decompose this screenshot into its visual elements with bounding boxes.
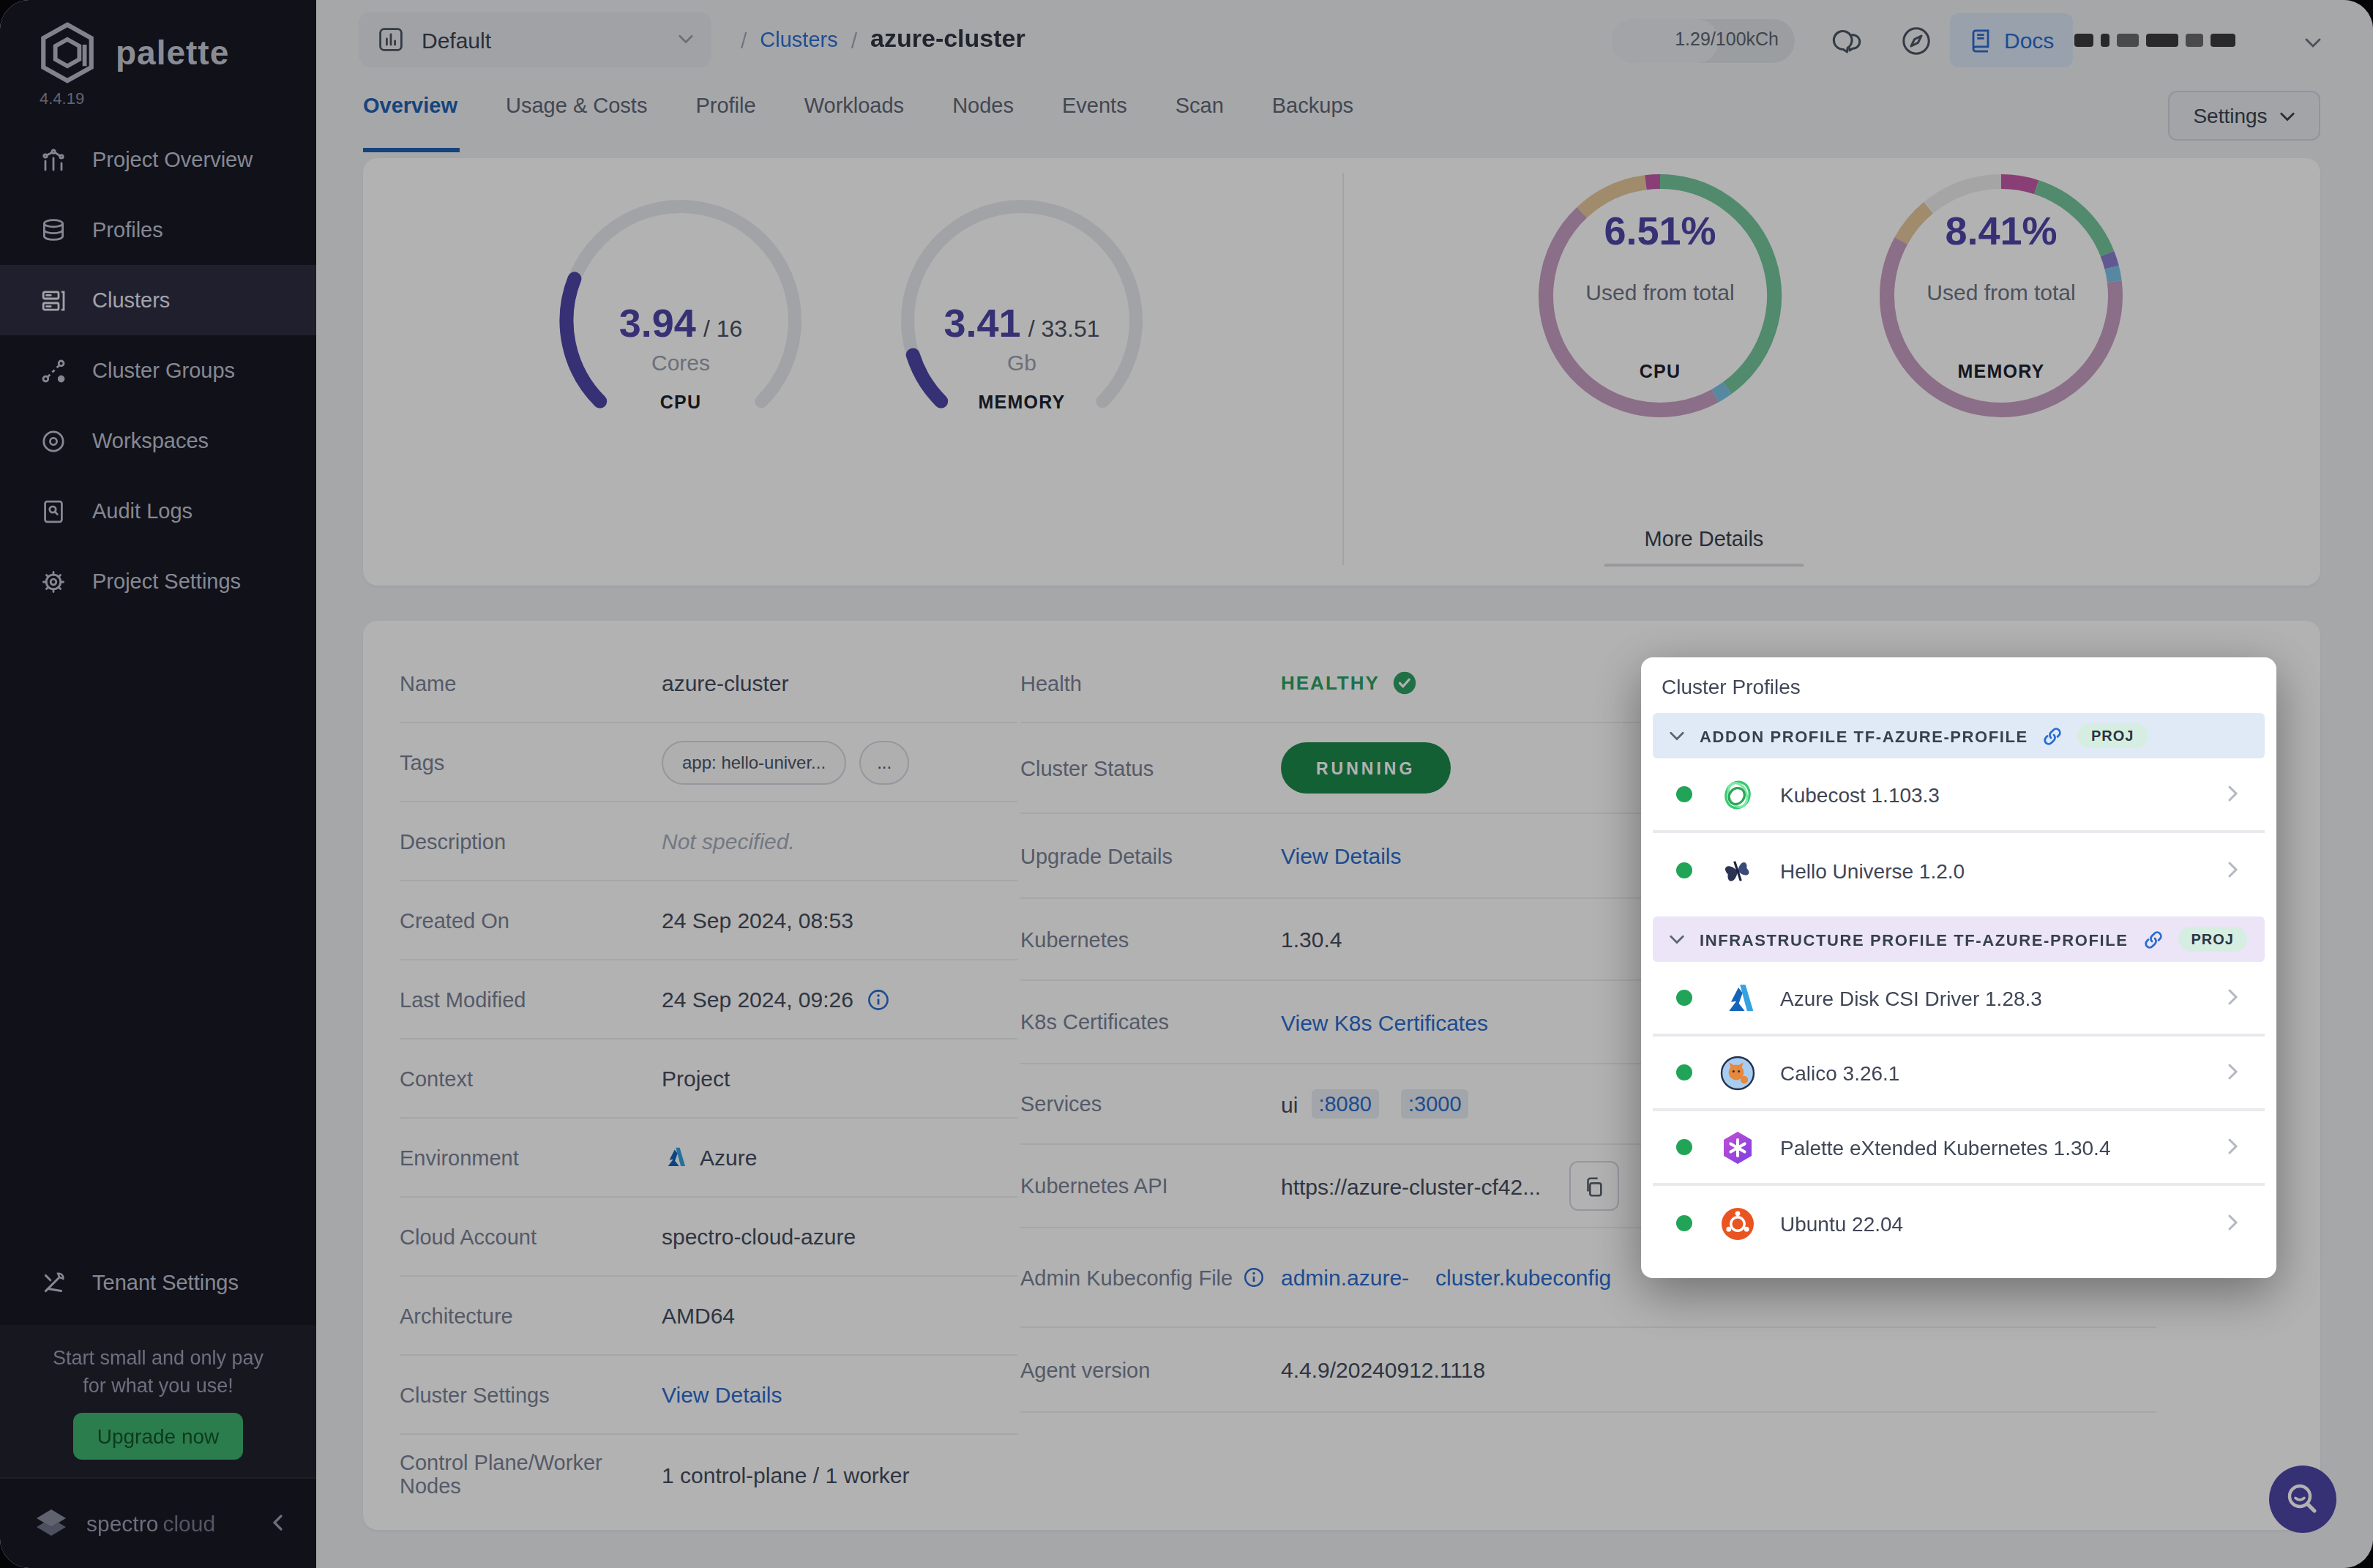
chevron-right-icon [2224, 857, 2241, 884]
infrastructure-profile-items: Azure Disk CSI Driver 1.28.3 [1653, 962, 2265, 1261]
chevron-right-icon [2224, 985, 2241, 1011]
profile-item-hello-universe[interactable]: Hello Universe 1.2.0 [1653, 833, 2265, 908]
link-icon [2043, 725, 2063, 746]
link-icon [2143, 929, 2164, 949]
chevron-down-icon [1669, 728, 1685, 744]
status-dot [1676, 1064, 1692, 1080]
palette-kubernetes-icon [1719, 1128, 1757, 1166]
chevron-down-icon [1669, 931, 1685, 947]
cluster-profiles-panel: Cluster Profiles ADDON PROFILE TF-AZURE-… [1641, 657, 2276, 1278]
ubuntu-icon [1719, 1204, 1757, 1242]
profile-item-azure-disk[interactable]: Azure Disk CSI Driver 1.28.3 [1653, 962, 2265, 1037]
status-dot [1676, 990, 1692, 1006]
profile-item-name: Ubuntu 22.04 [1780, 1212, 2224, 1235]
profile-header-label: INFRASTRUCTURE PROFILE TF-AZURE-PROFILE [1700, 930, 2129, 948]
profile-item-ubuntu[interactable]: Ubuntu 22.04 [1653, 1186, 2265, 1261]
profile-item-name: Azure Disk CSI Driver 1.28.3 [1780, 986, 2224, 1009]
addon-profile-header[interactable]: ADDON PROFILE TF-AZURE-PROFILE PROJ [1653, 713, 2265, 758]
hello-universe-icon [1719, 851, 1757, 889]
profile-item-name: Palette eXtended Kubernetes 1.30.4 [1780, 1135, 2224, 1159]
profile-item-name: Kubecost 1.103.3 [1780, 783, 2224, 806]
profile-item-name: Hello Universe 1.2.0 [1780, 859, 2224, 882]
panel-title: Cluster Profiles [1662, 675, 2256, 698]
status-dot [1676, 1215, 1692, 1231]
profile-item-calico[interactable]: Calico 3.26.1 [1653, 1037, 2265, 1111]
calico-icon [1719, 1053, 1757, 1091]
infrastructure-profile-header[interactable]: INFRASTRUCTURE PROFILE TF-AZURE-PROFILE … [1653, 916, 2265, 962]
profile-item-kubecost[interactable]: Kubecost 1.103.3 [1653, 758, 2265, 833]
chevron-right-icon [2224, 1059, 2241, 1086]
scope-badge: PROJ [2178, 927, 2247, 952]
profile-item-name: Calico 3.26.1 [1780, 1061, 2224, 1084]
status-dot [1676, 862, 1692, 878]
chevron-right-icon [2224, 781, 2241, 807]
chevron-right-icon [2224, 1210, 2241, 1236]
profile-header-label: ADDON PROFILE TF-AZURE-PROFILE [1700, 727, 2028, 744]
status-dot [1676, 786, 1692, 802]
chevron-right-icon [2224, 1134, 2241, 1160]
scope-badge: PROJ [2078, 723, 2147, 748]
azure-disk-icon [1719, 979, 1757, 1017]
app-window: palette 4.4.19 Project Overview Profiles [0, 0, 2373, 1568]
status-dot [1676, 1139, 1692, 1155]
addon-profile-items: Kubecost 1.103.3 Hello Universe 1.2.0 [1653, 758, 2265, 908]
kubecost-icon [1719, 775, 1757, 813]
profile-item-palette-kubernetes[interactable]: Palette eXtended Kubernetes 1.30.4 [1653, 1111, 2265, 1186]
